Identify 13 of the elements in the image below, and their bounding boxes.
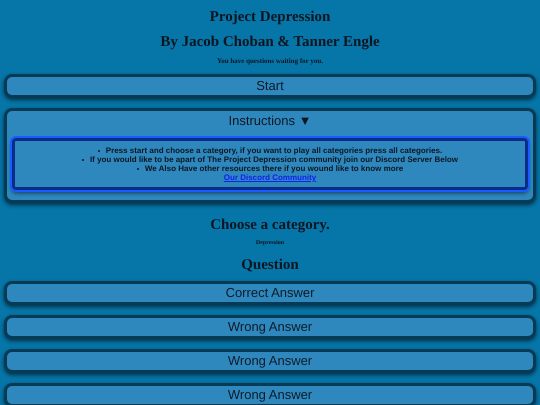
start-button[interactable]: Start [4, 74, 536, 98]
question-heading: Question [241, 256, 299, 274]
instruction-item: We Also Have other resources there if you wound like to know more [144, 164, 404, 173]
instruction-item: Press start and choose a category, if you want to play all categories press all categories. [106, 146, 442, 155]
category-heading: Choose a category. [210, 216, 330, 234]
page-title: Project Depression [210, 8, 330, 26]
answer-button[interactable]: Wrong Answer [4, 349, 536, 373]
instructions-toggle[interactable]: Instructions ▼ [228, 112, 312, 130]
answer-button[interactable]: Wrong Answer [4, 315, 536, 339]
answer-button[interactable]: Correct Answer [4, 281, 536, 305]
instruction-item: If you would like to be apart of The Project Depression community join our Discord Server Below [90, 155, 458, 164]
answer-button[interactable]: Wrong Answer [4, 383, 536, 405]
author-byline: By Jacob Choban & Tanner Engle [160, 33, 380, 51]
